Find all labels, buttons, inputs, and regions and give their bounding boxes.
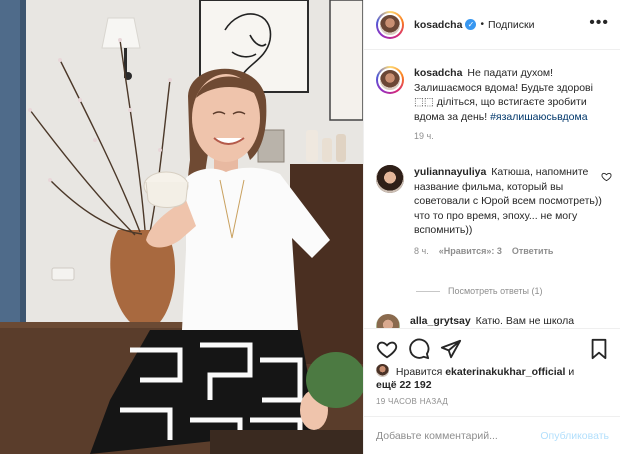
likes-count[interactable]: ещё 22 192 (376, 379, 432, 391)
post-caption: kosadcha Не падати духом! Залишаємося вд… (376, 66, 612, 141)
following-button[interactable]: Подписки (488, 19, 535, 31)
save-bookmark-icon[interactable] (588, 338, 610, 360)
add-comment-bar: Опубликовать (364, 416, 620, 454)
reply-button[interactable]: Ответить (512, 246, 554, 256)
likes-summary: Нравится ekaterinakukhar_official и ещё … (376, 364, 612, 392)
post-image (0, 0, 363, 454)
verified-check-icon: ✓ (465, 19, 477, 30)
liker-avatar[interactable] (376, 364, 389, 377)
post-photo[interactable] (0, 0, 363, 454)
post-actions-bar (364, 328, 620, 364)
comment-time: 8 ч. (414, 245, 429, 256)
comment-item: alla_grytsay Катю. Вам не школа (376, 314, 612, 328)
comment-bubble-icon[interactable] (408, 338, 430, 360)
like-heart-icon[interactable] (376, 338, 398, 360)
author-username[interactable]: kosadcha (414, 19, 462, 31)
more-options-icon[interactable]: ••• (589, 15, 609, 31)
separator-dot: • (480, 19, 484, 30)
publish-button[interactable]: Опубликовать (540, 430, 609, 442)
view-replies-button[interactable]: Посмотреть ответы (1) (416, 286, 543, 296)
likes-conj: и (568, 366, 575, 378)
caption-hashtag[interactable]: #язалишаюсьвдома (490, 111, 588, 123)
comment-likes[interactable]: «Нравится»: 3 (439, 246, 502, 256)
comment-input[interactable] (376, 429, 541, 442)
likes-prefix: Нравится (395, 366, 443, 378)
view-replies-label: Посмотреть ответы (1) (448, 286, 543, 296)
liker-username[interactable]: ekaterinakukhar_official (445, 366, 565, 378)
caption-username[interactable]: kosadcha (414, 67, 462, 79)
share-paper-plane-icon[interactable] (440, 338, 462, 360)
comment-text: Катю. Вам не школа (475, 315, 575, 327)
commenter-avatar[interactable] (376, 165, 404, 193)
post-side-panel: kosadcha ✓ • Подписки ••• kosadcha Не па… (363, 0, 620, 454)
commenter-username[interactable]: yuliannayuliya (414, 166, 486, 178)
post-header: kosadcha ✓ • Подписки ••• (364, 0, 620, 50)
caption-avatar[interactable] (376, 66, 404, 94)
commenter-username[interactable]: alla_grytsay (410, 315, 471, 327)
replies-divider (416, 290, 440, 292)
caption-time: 19 ч. (414, 131, 434, 141)
author-avatar[interactable] (376, 10, 404, 39)
comment-item: yuliannayuliya Катюша, напомните названи… (376, 165, 612, 256)
commenter-avatar[interactable] (376, 314, 400, 328)
post-timestamp: 19 ЧАСОВ НАЗАД (376, 397, 449, 406)
comment-like-heart-icon[interactable] (601, 171, 612, 182)
